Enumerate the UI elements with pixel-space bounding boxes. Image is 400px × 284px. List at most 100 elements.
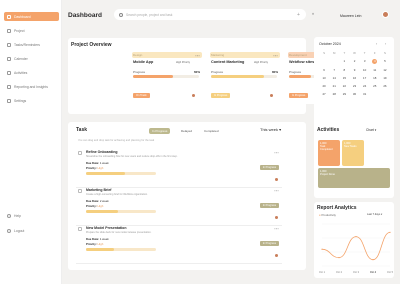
sidebar-item-dashboard[interactable]: Dashboard	[4, 12, 59, 21]
project-priority: High Priority	[253, 61, 268, 64]
priority-value: High	[97, 166, 104, 170]
activity-tile[interactable]: 1,000 New Tasks	[342, 140, 364, 166]
calendar-day[interactable]: 25	[370, 84, 380, 88]
priority-value: High	[97, 204, 104, 208]
calendar-day[interactable]: 12	[380, 68, 390, 72]
task-due: Due Date: 1 week	[86, 161, 109, 165]
due-label: Due Date:	[86, 237, 100, 241]
x-tick-label: Oct 5	[387, 270, 394, 274]
calendar-day-header: S	[323, 51, 326, 55]
bell-icon[interactable]: ♦	[312, 11, 314, 16]
calendar-day[interactable]: 21	[329, 84, 339, 88]
task-checkbox[interactable]	[78, 189, 82, 193]
page-title: Dashboard	[68, 12, 102, 19]
sidebar-item-calendar[interactable]: Calender	[4, 54, 59, 63]
sidebar-item-label: Calender	[14, 56, 28, 61]
avatar[interactable]	[382, 11, 389, 18]
task-item[interactable]: New Model Presentation Prepare the slide …	[76, 226, 282, 264]
activities-filter[interactable]: Chart ▾	[366, 128, 376, 132]
activity-tile[interactable]: 1,000 Task Completed	[318, 140, 340, 166]
logout-link[interactable]: Logout	[7, 229, 24, 233]
calendar-day[interactable]: 6	[319, 68, 329, 72]
calendar-icon	[7, 56, 11, 61]
search-placeholder: Search people, project and task	[126, 12, 173, 17]
calendar-day[interactable]: 28	[329, 92, 339, 96]
calendar-day[interactable]: 27	[319, 92, 329, 96]
progress-label: Progress	[211, 70, 224, 74]
sidebar-item-project[interactable]: Project	[4, 26, 59, 35]
calendar-day[interactable]: 2	[349, 59, 359, 64]
task-priority: Priority: High	[86, 242, 103, 246]
activities-card: Activities Chart ▾ 1,000 Task Completed 1…	[314, 122, 394, 198]
sidebar-item-activities[interactable]: Activities	[4, 68, 59, 77]
calendar-day[interactable]: 23	[349, 84, 359, 88]
status-badge: On Track	[133, 93, 150, 98]
search-input[interactable]: Search people, project and task	[114, 9, 306, 20]
calendar-day[interactable]: 16	[349, 76, 359, 80]
calendar-day[interactable]: 15	[339, 76, 349, 80]
calendar-day[interactable]: 3	[360, 59, 370, 64]
project-priority: High Priority	[175, 61, 190, 64]
task-item[interactable]: Refine Onboarding Streamline the onboardi…	[76, 150, 282, 188]
calendar-day[interactable]: 24	[360, 84, 370, 88]
calendar-day[interactable]: 18	[370, 76, 380, 80]
calendar-day[interactable]: 20	[319, 84, 329, 88]
calendar-day[interactable]: 29	[339, 92, 349, 96]
progress-fill	[289, 75, 312, 78]
folder-icon	[7, 28, 11, 33]
calendar-day[interactable]: 13	[319, 76, 329, 80]
chevron-left-icon[interactable]: ‹	[376, 42, 377, 46]
calendar-day[interactable]: 17	[360, 76, 370, 80]
tab-delayed[interactable]: Delayed	[178, 128, 195, 134]
tab-in-progress[interactable]: In Progress	[149, 128, 171, 134]
progress-label: Progress	[133, 70, 146, 74]
project-card[interactable]: Design ··· Mobile App High Priority Progress…	[132, 52, 202, 104]
sidebar-item-label: Reporting and Insights	[14, 84, 48, 89]
calendar-day[interactable]: 22	[339, 84, 349, 88]
calendar-day[interactable]: 26	[380, 84, 390, 88]
tab-completed[interactable]: Completed	[201, 128, 222, 134]
calendar-day[interactable]: 31	[360, 92, 370, 96]
calendar-day	[329, 59, 339, 64]
more-icon[interactable]: ···	[273, 53, 278, 58]
more-icon[interactable]: ···	[274, 188, 279, 193]
calendar-day[interactable]: 19	[380, 76, 390, 80]
task-title: Marketing Brief	[86, 188, 112, 192]
week-filter[interactable]: This week ▾	[260, 127, 281, 132]
calendar-day[interactable]: 8	[339, 68, 349, 72]
more-icon[interactable]: ···	[195, 53, 200, 58]
help-link[interactable]: Help	[7, 214, 21, 218]
calendar-day[interactable]: 5	[380, 59, 390, 64]
user-name[interactable]: Maureen Lein	[340, 14, 361, 18]
more-icon[interactable]: ···	[274, 150, 279, 155]
calendar-day[interactable]: 7	[329, 68, 339, 72]
sidebar-item-reporting[interactable]: Reporting and Insights	[4, 82, 59, 91]
task-progress-bar	[86, 172, 156, 175]
calendar-day[interactable]: 4	[372, 59, 378, 64]
chevron-right-icon[interactable]: ›	[385, 42, 386, 46]
calendar-day[interactable]: 10	[360, 68, 370, 72]
calendar-day-header: T	[343, 51, 346, 55]
calendar-day[interactable]: 9	[349, 68, 359, 72]
x-tick-label: Oct 4	[370, 270, 377, 274]
sidebar-item-tasks[interactable]: Tasks/Reminders	[4, 40, 59, 49]
project-card[interactable]: Marketing ··· Content Marketing High Priori…	[210, 52, 280, 104]
activity-tile[interactable]: 1,000 Project Done	[318, 168, 390, 188]
due-value: 2 week	[99, 199, 109, 203]
add-icon[interactable]: +	[297, 12, 300, 18]
status-badge: In Progress	[211, 93, 231, 98]
calendar-day[interactable]: 30	[349, 92, 359, 96]
avatar	[274, 215, 279, 220]
calendar-day[interactable]: 1	[339, 59, 349, 64]
calendar-day[interactable]: 11	[370, 68, 380, 72]
task-title: Task	[76, 127, 88, 133]
calendar-day[interactable]: 14	[329, 76, 339, 80]
task-priority: Priority: High	[86, 204, 103, 208]
task-checkbox[interactable]	[78, 151, 82, 155]
sidebar-item-label: Tasks/Reminders	[14, 42, 41, 47]
task-item[interactable]: Marketing Brief Create a high-converting …	[76, 188, 282, 226]
more-icon[interactable]: ···	[274, 226, 279, 231]
task-progress-fill	[86, 248, 114, 251]
task-checkbox[interactable]	[78, 227, 82, 231]
sidebar-item-settings[interactable]: Settings	[4, 96, 59, 105]
